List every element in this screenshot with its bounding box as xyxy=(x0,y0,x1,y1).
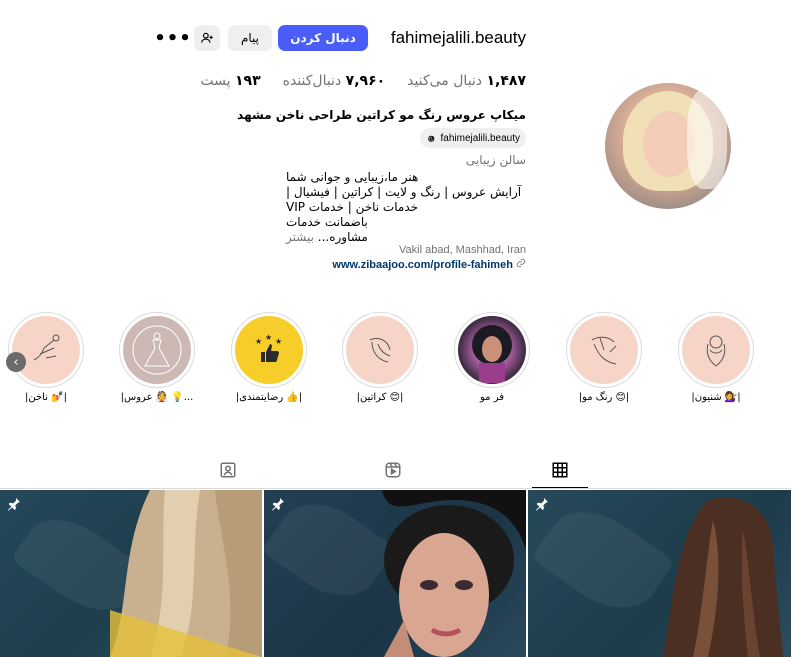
curly-hair-photo-icon xyxy=(472,325,512,383)
highlight-label: |رنگ مو 😊| xyxy=(578,392,630,403)
threads-badge[interactable]: fahimejalili.beauty xyxy=(419,128,526,148)
message-button[interactable]: پیام xyxy=(228,25,272,51)
profile-full-name: میکاپ عروس رنگ مو کراتین طراحی ناخن مشهد xyxy=(237,108,526,122)
post-thumbnail[interactable] xyxy=(0,490,262,657)
more-options-button[interactable]: ••• xyxy=(154,28,191,49)
highlight-label: |شنیون 💇‍♀️| xyxy=(691,392,741,403)
tab-reels[interactable] xyxy=(381,458,405,482)
hair-color-sketch-icon xyxy=(591,336,617,365)
keratin-sketch-icon xyxy=(369,337,391,363)
highlight-item[interactable]: |رنگ مو 😊| xyxy=(566,312,642,403)
svg-text:★: ★ xyxy=(255,337,262,346)
highlight-label: |رضایتمندی 👍| xyxy=(235,392,303,403)
tab-tagged[interactable] xyxy=(216,458,240,482)
chevron-left-icon: ‹ xyxy=(13,354,19,370)
highlight-label: فر مو xyxy=(480,392,504,403)
active-tab-indicator xyxy=(532,487,588,488)
posts-count: ۱۹۳ پست xyxy=(200,73,261,89)
reels-icon xyxy=(385,462,401,478)
profile-address[interactable]: Vakil abad, Mashhad, Iran xyxy=(399,244,526,256)
highlight-label: |کراتین 😊| xyxy=(356,392,404,403)
highlight-item[interactable]: ★ ★ ★ |رضایتمندی 👍| xyxy=(231,312,307,403)
highlight-item[interactable]: فر مو xyxy=(454,312,530,403)
highlights-scroll-left-button[interactable]: ‹ xyxy=(6,352,26,372)
nail-design-sketch-icon xyxy=(33,334,60,361)
bio-line: باضمانت خدمات xyxy=(286,215,368,229)
post-thumbnail[interactable] xyxy=(528,490,791,657)
profile-category: سالن زیبایی xyxy=(465,153,526,167)
svg-text:★: ★ xyxy=(275,337,282,346)
highlight-item[interactable]: |شنیون 💇‍♀️| xyxy=(678,312,754,403)
pin-icon xyxy=(8,498,20,511)
thumbs-up-stars-icon: ★ ★ ★ xyxy=(255,333,282,362)
threads-handle: fahimejalili.beauty xyxy=(440,132,521,144)
tab-posts[interactable] xyxy=(548,458,572,482)
threads-icon xyxy=(427,135,434,142)
bio-line: آرایش عروس | رنگ و لایت | کراتین | فیشیا… xyxy=(286,185,522,199)
highlight-label: |عروس 👰 💡... xyxy=(120,392,194,403)
bio-line: هنر ما،زیبایی و جوانی شما xyxy=(286,170,419,184)
profile-website-link[interactable]: www.zibaajoo.com/profile-fahimeh xyxy=(332,258,526,271)
blonde-hair-photo xyxy=(110,490,262,657)
hairstyle-sketch-icon xyxy=(706,335,726,367)
profile-username: fahimejalili.beauty xyxy=(390,28,526,47)
highlight-item[interactable]: |عروس 👰 💡... xyxy=(119,312,195,403)
add-person-icon xyxy=(201,32,213,43)
bio-line: مشاوره... بیشتر xyxy=(286,230,368,244)
straight-hair-photo xyxy=(663,497,783,657)
link-icon xyxy=(516,258,526,268)
makeup-portrait-photo xyxy=(382,490,526,657)
follow-button[interactable]: دنبال کردن xyxy=(278,25,368,51)
followers-count[interactable]: ۷,۹۶۰ دنبال‌کننده xyxy=(283,73,386,89)
pin-icon xyxy=(272,498,284,511)
highlight-label: |ناخن 💅| xyxy=(25,392,67,403)
following-count[interactable]: ۱,۴۸۷ دنبال می‌کنید xyxy=(407,73,526,89)
highlight-item[interactable]: |کراتین 😊| xyxy=(342,312,418,403)
more-dots-icon: ••• xyxy=(154,27,192,49)
tagged-icon xyxy=(220,462,236,478)
bride-dress-sketch-icon xyxy=(132,325,182,375)
svg-text:★: ★ xyxy=(265,333,272,342)
bio-text: هنر ما،زیبایی و جوانی شما آرایش عروس | ر… xyxy=(286,170,526,245)
bio-more-link[interactable]: بیشتر xyxy=(286,230,314,244)
profile-stats: ۱۹۳ پست ۷,۹۶۰ دنبال‌کننده ۱,۴۸۷ دنبال می… xyxy=(200,73,526,89)
bio-line: خدمات ناخن | خدمات VIP xyxy=(286,200,419,214)
grid-icon xyxy=(552,462,568,478)
pin-icon xyxy=(536,498,548,511)
tabs-divider xyxy=(0,488,791,489)
suggest-accounts-button[interactable] xyxy=(194,25,220,51)
post-thumbnail[interactable] xyxy=(264,490,526,657)
profile-avatar[interactable] xyxy=(605,83,731,209)
